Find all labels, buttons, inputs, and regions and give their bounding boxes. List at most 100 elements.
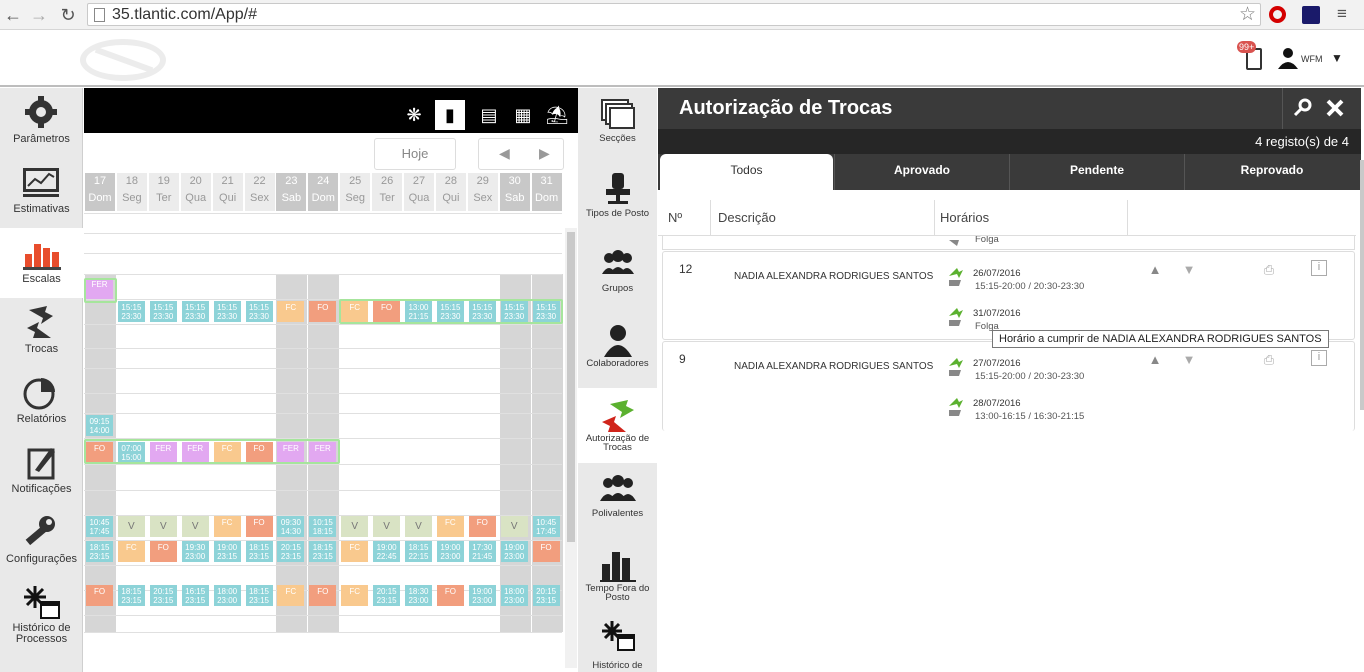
- table-row[interactable]: 9 NADIA ALEXANDRA RODRIGUES SANTOS 27/07…: [662, 341, 1355, 431]
- shift-cell[interactable]: V: [181, 516, 209, 537]
- shift-cell[interactable]: 19:00 22:45: [373, 541, 401, 562]
- category-item-historico[interactable]: Histórico de: [578, 613, 657, 672]
- shift-cell[interactable]: 18:15 23:15: [309, 541, 337, 562]
- opera-extension-icon[interactable]: [1269, 6, 1286, 23]
- shift-cell[interactable]: FO: [532, 541, 560, 562]
- shift-cell[interactable]: 18:00 23:00: [213, 585, 241, 606]
- next-arrow-icon[interactable]: ▶: [539, 145, 550, 162]
- shift-cell[interactable]: 09:30 14:30: [277, 516, 305, 537]
- shift-cell[interactable]: 18:00 23:00: [500, 585, 528, 606]
- shift-cell[interactable]: FO: [468, 516, 496, 537]
- shift-cell[interactable]: V: [117, 516, 145, 537]
- shift-cell[interactable]: 19:00 23:15: [213, 541, 241, 562]
- close-icon[interactable]: [1324, 97, 1346, 119]
- shift-cell[interactable]: 16:15 23:15: [181, 585, 209, 606]
- table-row[interactable]: Folga: [662, 236, 1355, 250]
- schedule-scrollbar[interactable]: [565, 228, 577, 668]
- menu-icon[interactable]: ≡: [1333, 5, 1351, 24]
- shift-cell[interactable]: FO: [309, 585, 337, 606]
- shift-cell[interactable]: FO: [436, 585, 464, 606]
- print-icon[interactable]: ⎙: [1261, 352, 1277, 368]
- bars-view-icon[interactable]: ▮: [435, 100, 465, 130]
- approve-icon[interactable]: ▲: [1147, 352, 1163, 368]
- sidebar-item-trocas[interactable]: Trocas: [0, 298, 83, 368]
- category-item-seccoes[interactable]: Secções: [578, 88, 657, 163]
- prev-arrow-icon[interactable]: ◀: [499, 145, 510, 162]
- reject-icon[interactable]: ▼: [1181, 262, 1197, 278]
- sidebar-item-historico[interactable]: Histórico de Processos: [0, 578, 83, 672]
- shift-cell[interactable]: FC: [277, 301, 305, 322]
- shift-cell[interactable]: FO: [309, 301, 337, 322]
- category-item-autorizacao-de-trocas[interactable]: Autorização de Trocas: [578, 388, 657, 463]
- shift-cell[interactable]: 10:15 18:15: [309, 516, 337, 537]
- shift-cell[interactable]: V: [149, 516, 177, 537]
- shift-cell[interactable]: 15:15 23:30: [181, 301, 209, 322]
- print-icon[interactable]: ⎙: [1261, 262, 1277, 278]
- shift-cell[interactable]: 20:15 23:15: [373, 585, 401, 606]
- shift-cell[interactable]: 09:15 14:00: [86, 415, 113, 436]
- user-name[interactable]: WFM: [1301, 54, 1323, 64]
- reject-icon[interactable]: ▼: [1181, 352, 1197, 368]
- sidebar-item-relatorios[interactable]: Relatórios: [0, 368, 83, 438]
- sidebar-item-parametros[interactable]: Parâmetros: [0, 88, 83, 158]
- shift-cell[interactable]: V: [341, 516, 369, 537]
- shift-cell[interactable]: 19:00 23:00: [500, 541, 528, 562]
- category-item-polivalentes[interactable]: Polivalentes: [578, 463, 657, 538]
- shift-cell[interactable]: FO: [149, 541, 177, 562]
- reload-icon[interactable]: ↻: [57, 4, 79, 26]
- shift-cell[interactable]: 19:00 23:00: [436, 541, 464, 562]
- shift-cell[interactable]: FC: [213, 516, 241, 537]
- tab-pendente[interactable]: Pendente: [1009, 154, 1184, 190]
- tab-todos[interactable]: Todos: [660, 154, 833, 190]
- tab-reprovado[interactable]: Reprovado: [1184, 154, 1359, 190]
- sidebar-item-escalas[interactable]: Escalas: [0, 228, 83, 298]
- category-item-colaboradores[interactable]: Colaboradores: [578, 313, 657, 388]
- shift-cell[interactable]: 18:15 22:15: [405, 541, 432, 562]
- shift-cell[interactable]: 18:15 23:15: [117, 585, 145, 606]
- category-item-tipos-de-posto[interactable]: Tipos de Posto: [578, 163, 657, 238]
- category-item-grupos[interactable]: Grupos: [578, 238, 657, 313]
- shift-cell[interactable]: 20:15 23:15: [277, 541, 305, 562]
- shift-cell[interactable]: 18:15 23:15: [245, 541, 273, 562]
- calendar-view-icon[interactable]: ▦: [508, 100, 538, 130]
- shift-cell[interactable]: FO: [86, 585, 113, 606]
- sidebar-item-estimativas[interactable]: Estimativas: [0, 158, 83, 228]
- shift-cell[interactable]: FC: [341, 541, 369, 562]
- today-button[interactable]: Hoje: [374, 138, 456, 170]
- approve-icon[interactable]: ▲: [1147, 262, 1163, 278]
- chevron-down-icon[interactable]: ▼: [1331, 51, 1343, 65]
- shift-cell[interactable]: FC: [436, 516, 464, 537]
- shift-cell[interactable]: V: [405, 516, 432, 537]
- info-icon[interactable]: i: [1311, 260, 1327, 276]
- chart-view-icon[interactable]: ▤: [474, 100, 504, 130]
- panel-scrollbar[interactable]: [1360, 160, 1364, 410]
- back-icon[interactable]: ←: [2, 4, 24, 26]
- shift-cell[interactable]: 10:45 17:45: [532, 516, 560, 537]
- extension-icon[interactable]: [1302, 6, 1320, 24]
- shift-cell[interactable]: 10:45 17:45: [86, 516, 113, 537]
- shift-cell[interactable]: FC: [277, 585, 305, 606]
- shift-cell[interactable]: 15:15 23:30: [213, 301, 241, 322]
- tab-aprovado[interactable]: Aprovado: [834, 154, 1009, 190]
- address-bar[interactable]: 35.tlantic.com/App/# ☆: [87, 3, 1261, 26]
- search-icon[interactable]: [1292, 97, 1314, 119]
- bookmark-star-icon[interactable]: ☆: [1239, 3, 1256, 26]
- shift-cell[interactable]: V: [500, 516, 528, 537]
- shift-cell[interactable]: 17:30 21:45: [468, 541, 496, 562]
- shift-cell[interactable]: FC: [341, 585, 369, 606]
- shift-cell[interactable]: 20:15 23:15: [149, 585, 177, 606]
- table-row[interactable]: 12 NADIA ALEXANDRA RODRIGUES SANTOS 26/0…: [662, 251, 1355, 340]
- shift-cell[interactable]: 15:15 23:30: [245, 301, 273, 322]
- shift-cell[interactable]: 19:30 23:00: [181, 541, 209, 562]
- shift-cell[interactable]: 15:15 23:30: [117, 301, 145, 322]
- sidebar-item-configuracoes[interactable]: Configurações: [0, 508, 83, 578]
- shift-cell[interactable]: V: [373, 516, 401, 537]
- beach-view-icon[interactable]: ⛱: [542, 100, 572, 130]
- shift-cell[interactable]: 18:30 23:00: [405, 585, 432, 606]
- user-icon[interactable]: [1278, 47, 1298, 69]
- shift-cell[interactable]: 20:15 23:15: [532, 585, 560, 606]
- shift-cell[interactable]: 19:00 23:00: [468, 585, 496, 606]
- sidebar-item-notificacoes[interactable]: Notificações: [0, 438, 83, 508]
- shift-cell[interactable]: 18:15 23:15: [245, 585, 273, 606]
- shift-cell[interactable]: FC: [117, 541, 145, 562]
